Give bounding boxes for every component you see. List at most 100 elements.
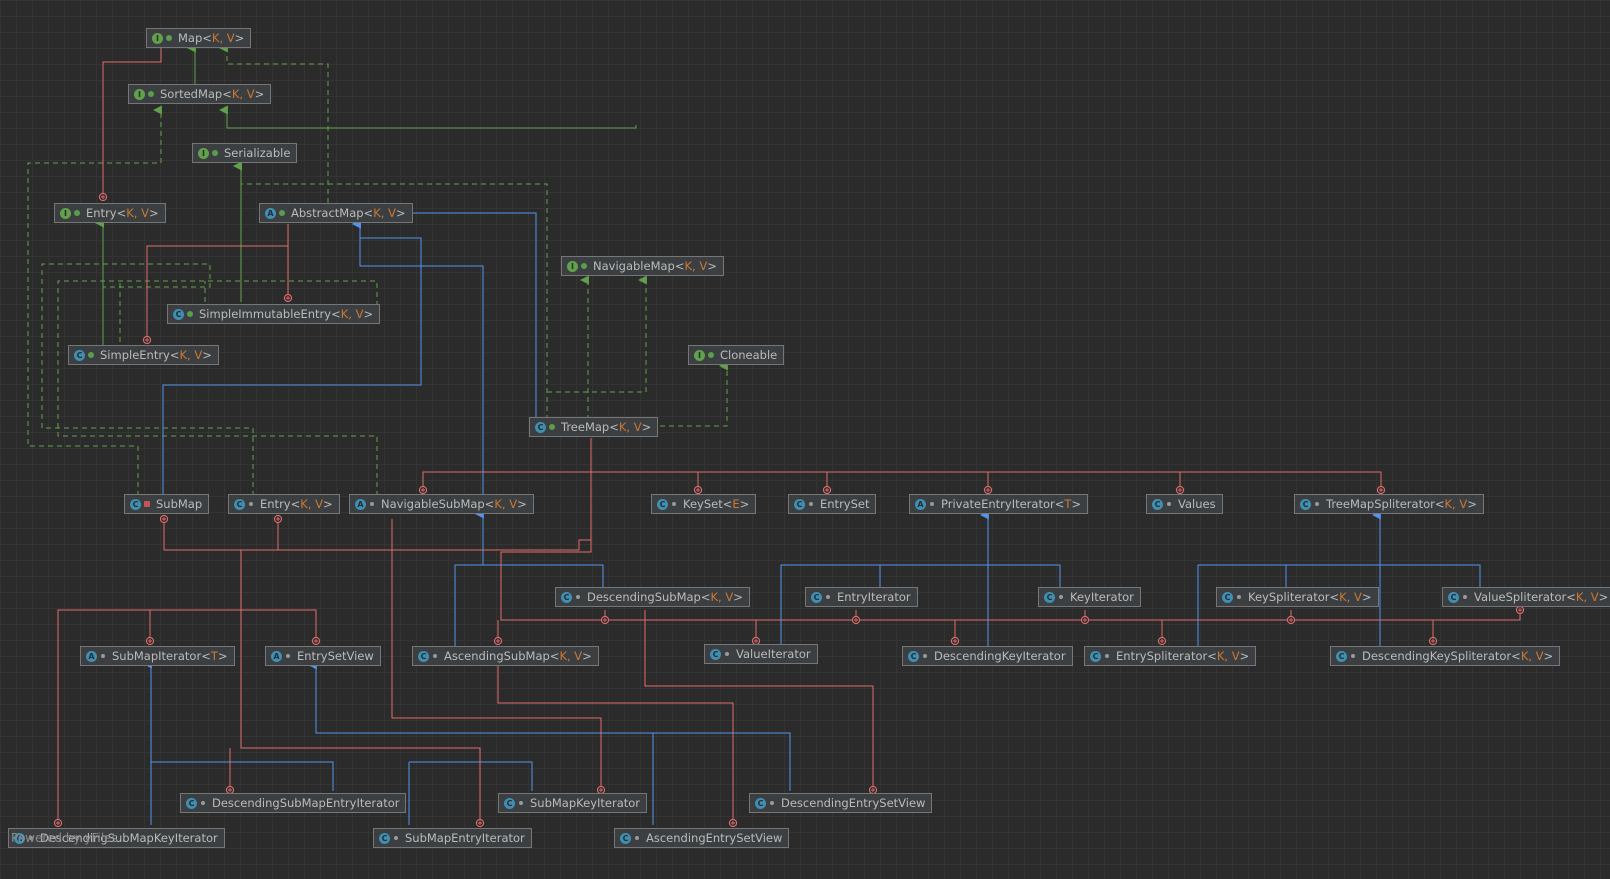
class-icon: C <box>620 832 631 844</box>
class-icon: C <box>173 308 184 320</box>
type-parameter: K, V <box>1216 649 1240 663</box>
class-node-descendingkeyspliterator[interactable]: C DescendingKeySpliterator<K, V> <box>1330 646 1561 666</box>
class-icon: C <box>1222 591 1233 603</box>
type-parameter: K, V <box>710 590 734 604</box>
class-icon: C <box>418 650 429 662</box>
class-name-label: NavigableMap<K, V> <box>593 259 717 273</box>
package-visibility-icon <box>101 654 105 658</box>
class-node-descendingsubmapentryiterator[interactable]: C DescendingSubMapEntryIterator <box>180 793 407 813</box>
type-parameter: K, V <box>559 649 583 663</box>
type-parameter: K, V <box>1339 590 1362 604</box>
public-visibility-icon <box>187 311 193 317</box>
class-name-label: Serializable <box>224 146 291 160</box>
class-node-sortedmap[interactable]: I SortedMap<K, V> <box>128 84 272 104</box>
class-icon: C <box>1336 650 1347 662</box>
class-node-entryspliterator[interactable]: C EntrySpliterator<K, V> <box>1084 646 1257 666</box>
class-node-values[interactable]: C Values <box>1146 494 1223 514</box>
class-node-privateentryiterator[interactable]: A PrivateEntryIterator<T> <box>909 494 1089 514</box>
class-node-keyiterator[interactable]: C KeyIterator <box>1038 587 1141 607</box>
class-icon: C <box>186 797 197 809</box>
edge-treemap-navigablesubmap <box>418 438 592 495</box>
class-name-label: DescendingEntrySetView <box>781 796 926 810</box>
public-visibility-icon <box>212 150 218 156</box>
class-node-submapiterator[interactable]: A SubMapIterator<T> <box>80 646 235 666</box>
class-node-keyspliterator[interactable]: C KeySpliterator<K, V> <box>1216 587 1379 607</box>
package-visibility-icon <box>1167 502 1171 506</box>
class-node-valuespliterator[interactable]: C ValueSpliterator<K, V> <box>1442 587 1610 607</box>
class-node-entry_top[interactable]: I Entry<K, V> <box>54 203 166 223</box>
class-node-treemap[interactable]: C TreeMap<K, V> <box>529 417 659 437</box>
type-parameter: K, V <box>373 206 396 220</box>
interface-icon: I <box>60 207 71 219</box>
public-visibility-icon <box>549 424 555 430</box>
class-node-submap[interactable]: C SubMap <box>124 494 210 514</box>
class-node-map[interactable]: I Map<K, V> <box>146 28 252 48</box>
package-visibility-icon <box>1059 595 1063 599</box>
abstract-class-icon: A <box>265 207 276 219</box>
class-node-entryset[interactable]: C EntrySet <box>788 494 877 514</box>
class-node-navigablemap[interactable]: I NavigableMap<K, V> <box>561 256 724 276</box>
class-name-label: Map<K, V> <box>178 31 245 45</box>
edge-treemap-abstractmap <box>395 212 537 420</box>
type-parameter: K, V <box>211 31 235 45</box>
package-visibility-icon <box>370 502 374 506</box>
class-node-treemapspliterator[interactable]: C TreeMapSpliterator<K, V> <box>1294 494 1484 514</box>
class-node-keyset[interactable]: C KeySet<E> <box>651 494 757 514</box>
class-node-simpleimmutableentry[interactable]: C SimpleImmutableEntry<K, V> <box>167 304 381 324</box>
inner-class-edges <box>53 48 1525 828</box>
class-node-entryiterator[interactable]: C EntryIterator <box>805 587 918 607</box>
type-parameter: K, V <box>179 348 203 362</box>
public-visibility-icon <box>166 35 172 41</box>
edge-treemap-navigablemap <box>547 275 647 393</box>
class-icon: C <box>1448 591 1459 603</box>
class-name-label: EntryIterator <box>837 590 911 604</box>
class-node-cloneable[interactable]: I Cloneable <box>688 345 785 365</box>
class-node-descendingkeyiterator[interactable]: C DescendingKeyIterator <box>902 646 1073 666</box>
class-node-abstractmap[interactable]: A AbstractMap<K, V> <box>259 203 413 223</box>
package-visibility-icon <box>930 502 934 506</box>
class-node-serializable[interactable]: I Serializable <box>192 143 298 163</box>
type-parameter: T <box>210 649 218 663</box>
type-parameter: T <box>1064 497 1072 511</box>
class-name-label: EntrySpliterator<K, V> <box>1116 649 1250 663</box>
class-node-submapentryiterator[interactable]: C SubMapEntryIterator <box>373 828 532 848</box>
type-parameter: K, V <box>1575 590 1599 604</box>
class-node-ascendingsubmap[interactable]: C AscendingSubMap<K, V> <box>412 646 599 666</box>
class-node-descendingentrysetview[interactable]: C DescendingEntrySetView <box>749 793 933 813</box>
class-name-label: Entry<K, V> <box>86 206 159 220</box>
edge-navigablesubmap-submapentryiter <box>240 610 485 828</box>
class-node-submapkeyiterator[interactable]: C SubMapKeyIterator <box>498 793 648 813</box>
edge-keyiterator-privateentryiterator <box>988 564 1061 589</box>
edge-descendingentrysetview-entrysetview <box>307 660 791 791</box>
edge-navigablemap-sortedmap <box>218 105 637 129</box>
package-visibility-icon <box>1315 502 1319 506</box>
class-name-label: TreeMap<K, V> <box>561 420 652 434</box>
class-node-entry_inner[interactable]: C Entry<K, V> <box>228 494 340 514</box>
class-name-label: ValueIterator <box>736 647 811 661</box>
type-parameter: K, V <box>684 259 708 273</box>
class-node-entrysetview[interactable]: A EntrySetView <box>265 646 381 666</box>
class-node-ascendingentrysetview[interactable]: C AscendingEntrySetView <box>614 828 790 848</box>
type-parameter: K, V <box>126 206 149 220</box>
package-visibility-icon <box>1463 595 1467 599</box>
class-name-label: NavigableSubMap<K, V> <box>381 497 527 511</box>
class-icon: C <box>561 591 572 603</box>
class-name-label: AscendingEntrySetView <box>646 831 783 845</box>
public-visibility-icon <box>74 210 80 216</box>
class-icon: C <box>379 832 390 844</box>
class-name-label: PrivateEntryIterator<T> <box>941 497 1082 511</box>
class-name-label: Values <box>1178 497 1216 511</box>
class-node-simpleentry[interactable]: C SimpleEntry<K, V> <box>68 345 219 365</box>
package-visibility-icon <box>394 836 398 840</box>
package-visibility-icon <box>672 502 676 506</box>
class-name-label: ValueSpliterator<K, V> <box>1474 590 1609 604</box>
class-node-valueiterator[interactable]: C ValueIterator <box>704 644 818 664</box>
class-icon: C <box>657 498 668 510</box>
class-icon: C <box>74 349 85 361</box>
type-parameter: K, V <box>618 420 642 434</box>
interface-icon: I <box>152 32 163 44</box>
class-icon: C <box>535 421 546 433</box>
class-name-label: TreeMapSpliterator<K, V> <box>1326 497 1477 511</box>
class-node-descendingsubmap[interactable]: C DescendingSubMap<K, V> <box>555 587 750 607</box>
class-node-navigablesubmap[interactable]: A NavigableSubMap<K, V> <box>349 494 534 514</box>
